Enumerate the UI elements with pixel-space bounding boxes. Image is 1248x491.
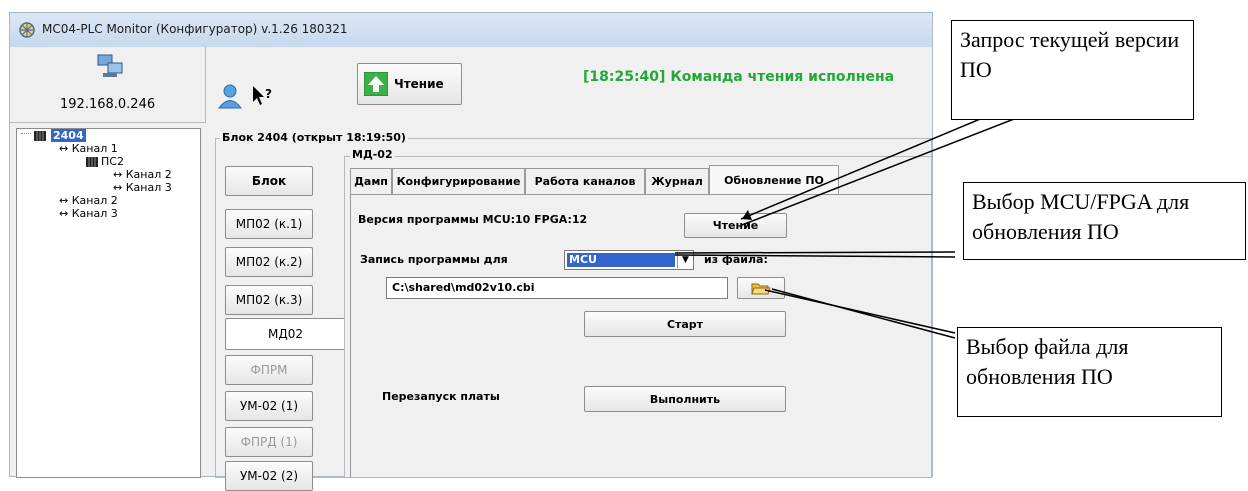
- connector-version-request: [740, 116, 986, 220]
- callout-version-request: Запрос текущей версии ПО: [951, 20, 1194, 120]
- connector-select-file: [764, 289, 956, 334]
- connector-select-file-2: [771, 288, 956, 339]
- connector-select-target: [674, 251, 956, 254]
- callout-select-file: Выбор файла для обновления ПО: [957, 327, 1222, 417]
- callout-select-target: Выбор MCU/FPGA для обновления ПО: [963, 182, 1246, 260]
- connector-select-target-2: [674, 254, 956, 258]
